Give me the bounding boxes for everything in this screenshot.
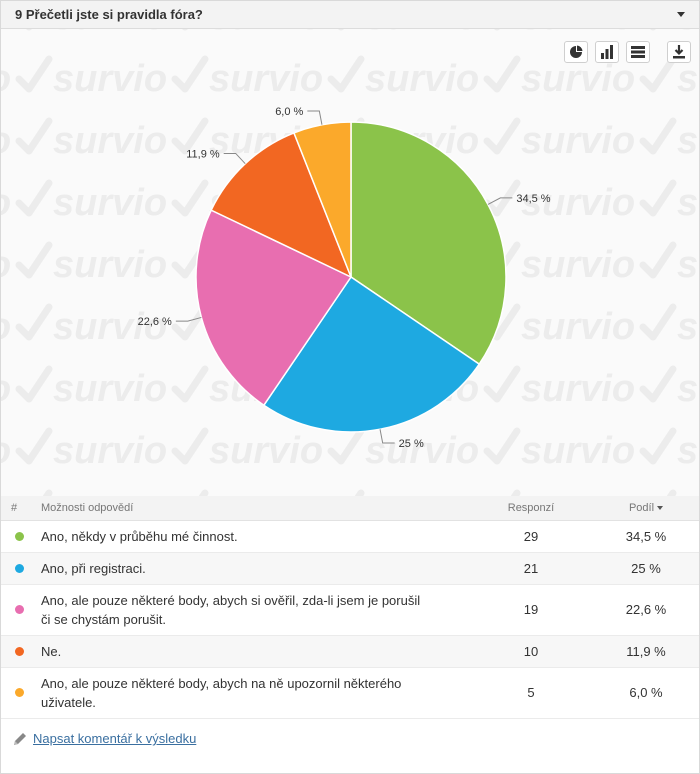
table-header-row: # Možnosti odpovědí Responzí Podíl — [1, 496, 699, 521]
table-row: Ano, při registraci. 21 25 % — [1, 552, 699, 585]
row-share: 34,5 % — [591, 520, 699, 553]
table-row: Ano, ale pouze některé body, abych si ov… — [1, 584, 699, 636]
row-responses: 10 — [471, 635, 591, 668]
pie-label-connector — [307, 110, 323, 125]
pie-chart: 34,5 % 25 % 22,6 % 11,9 % 6,0 % — [138, 106, 551, 450]
color-dot-icon — [15, 688, 24, 697]
column-responses[interactable]: Responzí — [471, 496, 591, 521]
row-responses: 5 — [471, 667, 591, 719]
row-responses: 19 — [471, 584, 591, 636]
question-header[interactable]: 9 Přečetli jste si pravidla fóra? — [1, 1, 699, 29]
row-option: Ano, při registraci. — [41, 552, 471, 585]
footer: Napsat komentář k výsledku — [1, 719, 699, 759]
question-results-card: 9 Přečetli jste si pravidla fóra? survio — [0, 0, 700, 774]
results-table-area: # Možnosti odpovědí Responzí Podíl Ano, … — [1, 496, 699, 719]
row-color-cell — [1, 584, 41, 636]
row-color-cell — [1, 667, 41, 719]
results-table: # Možnosti odpovědí Responzí Podíl Ano, … — [1, 496, 699, 719]
row-option: Ano, ale pouze některé body, abych na ně… — [41, 667, 471, 719]
color-dot-icon — [15, 563, 24, 573]
pie-data-label: 6,0 % — [275, 106, 303, 118]
collapse-caret-icon[interactable] — [677, 12, 685, 17]
pie-data-label: 22,6 % — [138, 316, 172, 328]
row-color-cell — [1, 520, 41, 553]
table-row: Ne. 10 11,9 % — [1, 635, 699, 668]
write-comment-link[interactable]: Napsat komentář k výsledku — [33, 731, 196, 746]
row-share: 6,0 % — [591, 667, 699, 719]
row-share: 25 % — [591, 552, 699, 585]
column-hash: # — [1, 496, 41, 521]
pie-label-connector — [487, 197, 513, 205]
column-options: Možnosti odpovědí — [41, 496, 471, 521]
color-dot-icon — [15, 605, 24, 614]
chart-area: survio — [1, 29, 699, 496]
pencil-icon — [14, 732, 26, 745]
pie-data-label: 25 % — [399, 438, 424, 450]
pie-label-connector — [379, 429, 395, 444]
color-dot-icon — [15, 531, 24, 541]
color-dot-icon — [15, 646, 24, 656]
row-option: Ano, ale pouze některé body, abych si ov… — [41, 584, 471, 636]
pie-data-label: 34,5 % — [516, 193, 550, 205]
table-body: Ano, někdy v průběhu mé činnost. 29 34,5 %… — [1, 520, 699, 719]
row-share: 11,9 % — [591, 635, 699, 668]
table-row: Ano, ale pouze některé body, abych na ně… — [1, 667, 699, 719]
row-option: Ano, někdy v průběhu mé činnost. — [41, 520, 471, 553]
row-color-cell — [1, 635, 41, 668]
pie-data-label: 11,9 % — [186, 148, 220, 160]
column-share-label: Podíl — [628, 501, 655, 514]
row-option: Ne. — [41, 635, 471, 668]
row-responses: 21 — [471, 552, 591, 585]
pie-label-connector — [223, 152, 246, 165]
row-color-cell — [1, 552, 41, 585]
row-share: 22,6 % — [591, 584, 699, 636]
pie-label-connector — [175, 316, 202, 322]
question-title: 9 Přečetli jste si pravidla fóra? — [15, 7, 203, 22]
column-share[interactable]: Podíl — [591, 496, 699, 521]
table-row: Ano, někdy v průběhu mé činnost. 29 34,5 % — [1, 520, 699, 553]
row-responses: 29 — [471, 520, 591, 553]
sort-down-icon — [657, 505, 664, 510]
